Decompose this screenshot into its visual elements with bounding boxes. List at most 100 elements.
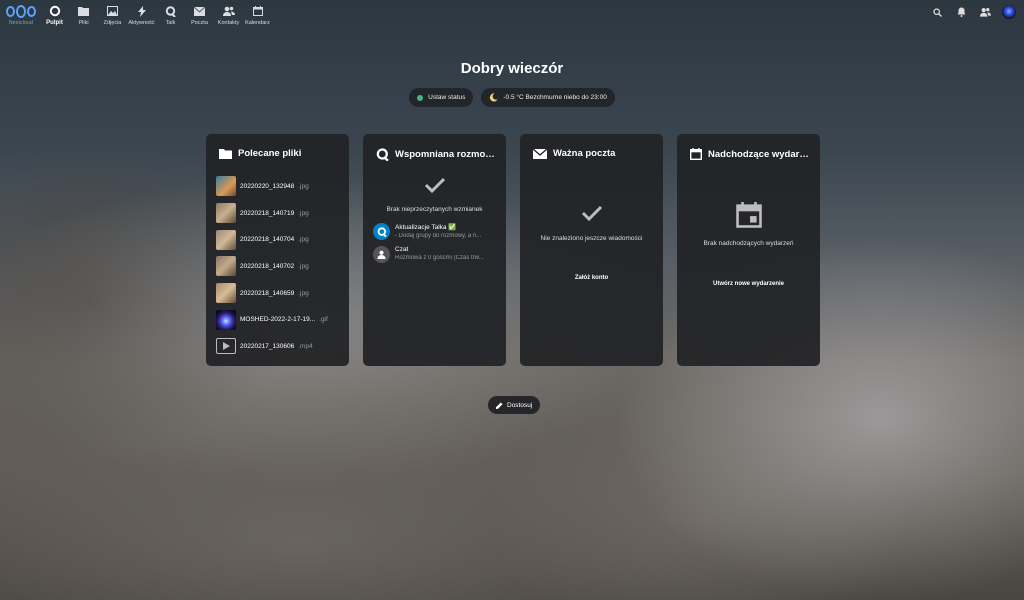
user-icon (377, 250, 386, 259)
nav-label: Pliki (78, 20, 89, 26)
conversation-list: Aktualizacje Talka ✅ - Dodaj grupy do ro… (363, 223, 506, 263)
talk-avatar (373, 223, 390, 240)
conversation-preview: Rozmowa z 0 gośćmi (Czas trw... (395, 255, 484, 261)
mail-icon (194, 6, 205, 16)
calendar-icon (690, 148, 702, 160)
conversation-preview: - Dodaj grupy do rozmowy, a n... (395, 233, 482, 239)
nav-item-mail[interactable]: Poczta (185, 0, 214, 38)
file-thumbnail (216, 256, 236, 277)
dashboard-panels: Polecane pliki 20220220_132948 .jpg 20220… (206, 134, 820, 366)
pencil-icon (496, 401, 503, 409)
nav-label: Kontakty (217, 20, 240, 26)
nav-item-activity[interactable]: Aktywność (127, 0, 156, 38)
file-thumbnail (216, 203, 236, 224)
file-item[interactable]: 20220218_140659 .jpg (206, 280, 349, 307)
nav-item-talk[interactable]: Talk (156, 0, 185, 38)
weather-status-button[interactable]: -0.5 °C Bezchmurne niebo do 23:00 (481, 88, 615, 107)
header-right (930, 5, 1016, 19)
file-name: 20220218_140659 (240, 289, 295, 297)
nav-label: Poczta (191, 20, 208, 26)
empty-message: Brak nadchodzących wydarzeń (703, 240, 794, 247)
search-icon (932, 7, 942, 17)
check-wrap (520, 205, 663, 221)
search-button[interactable] (930, 5, 944, 19)
empty-message: Brak nieprzeczytanych wzmianek (386, 206, 483, 213)
conversation-item[interactable]: Aktualizacje Talka ✅ - Dodaj grupy do ro… (363, 223, 506, 240)
panel-header: Polecane pliki (206, 134, 349, 159)
talk-icon (377, 226, 387, 237)
folder-icon (78, 7, 89, 16)
file-item[interactable]: 20220218_140702 .jpg (206, 253, 349, 280)
play-icon (222, 342, 230, 351)
contacts-icon (979, 8, 991, 17)
image-icon (107, 6, 118, 16)
notifications-button[interactable] (954, 5, 968, 19)
file-thumbnail (216, 229, 236, 250)
create-account-button[interactable]: Załóż konto (569, 274, 614, 282)
nav-item-files[interactable]: Pliki (69, 0, 98, 38)
user-avatar[interactable] (1002, 5, 1016, 19)
nav-label: Talk (165, 20, 176, 26)
panel-mentioned-conversation: Wspomniana rozmowa Brak nieprzeczytanych… (363, 134, 506, 366)
check-icon (581, 205, 602, 221)
nav-item-photos[interactable]: Zdjęcia (98, 0, 127, 38)
file-ext: .mp4 (298, 342, 313, 350)
file-thumbnail (216, 283, 236, 304)
file-item[interactable]: 20220218_140719 .jpg (206, 200, 349, 227)
talk-icon (165, 5, 176, 17)
file-thumbnail (216, 176, 236, 197)
panel-title: Wspomniana rozmowa (395, 149, 497, 160)
panel-title: Polecane pliki (238, 148, 302, 159)
contacts-icon (222, 6, 235, 16)
panel-title: Ważna poczta (553, 148, 616, 159)
status-dot-icon (417, 94, 424, 101)
file-item[interactable]: 20220218_140704 .jpg (206, 226, 349, 253)
create-event-button[interactable]: Utwórz nowe wydarzenie (707, 280, 790, 288)
conversation-item[interactable]: Czat Rozmowa z 0 gośćmi (Czas trw... (363, 246, 506, 263)
nav-item-dashboard[interactable]: Pulpit (40, 0, 69, 38)
lightning-icon (137, 5, 146, 17)
dashboard-icon (49, 5, 60, 17)
calendar-icon (735, 202, 762, 228)
set-status-button[interactable]: Ustaw status (409, 88, 474, 107)
file-item[interactable]: 20220217_130606 .mp4 (206, 333, 349, 360)
panel-upcoming-events: Nadchodzące wydarzenia Brak nadchodzącyc… (677, 134, 820, 366)
file-item[interactable]: 20220220_132948 .jpg (206, 173, 349, 200)
contacts-menu-button[interactable] (978, 5, 992, 19)
customize-button[interactable]: Dostosuj (488, 396, 541, 414)
panel-header: Wspomniana rozmowa (363, 134, 506, 161)
nextcloud-logo[interactable]: Nextcloud (6, 4, 37, 30)
file-item[interactable]: MOSHED-2022-2-17-19... .gif (206, 306, 349, 333)
top-bar: Nextcloud Pulpit Pliki Zdjęcia Aktywność… (0, 0, 1024, 38)
panel-header: Nadchodzące wydarzenia (677, 134, 820, 160)
file-name: MOSHED-2022-2-17-19... (240, 316, 316, 324)
file-ext: .jpg (298, 236, 309, 244)
nav-item-contacts[interactable]: Kontakty (214, 0, 243, 38)
nav-label: Kalendarz (245, 20, 270, 26)
app-navigation: Pulpit Pliki Zdjęcia Aktywność Talk Pocz… (40, 0, 272, 38)
set-status-label: Ustaw status (428, 94, 466, 101)
file-name: 20220218_140704 (240, 236, 295, 244)
file-ext: .jpg (298, 209, 309, 217)
panel-important-mail: Ważna poczta Nie znaleziono jeszcze wiad… (520, 134, 663, 366)
file-list: 20220220_132948 .jpg 20220218_140719 .jpg … (206, 173, 349, 360)
bell-icon (957, 7, 965, 17)
file-ext: .jpg (298, 182, 309, 190)
file-ext: .jpg (298, 289, 309, 297)
nav-label: Aktywność (128, 20, 155, 26)
mail-icon (533, 148, 547, 159)
brand-name: Nextcloud (8, 20, 34, 26)
nav-item-calendar[interactable]: Kalendarz (243, 0, 272, 38)
file-name: 20220218_140702 (240, 262, 295, 270)
panel-recommended-files: Polecane pliki 20220220_132948 .jpg 20220… (206, 134, 349, 366)
file-name: 20220220_132948 (240, 182, 295, 190)
file-ext: .jpg (298, 262, 309, 270)
status-row: Ustaw status -0.5 °C Bezchmurne niebo do… (0, 88, 1024, 107)
file-name: 20220217_130606 (240, 342, 295, 350)
panel-header: Ważna poczta (520, 134, 663, 159)
empty-message: Nie znaleziono jeszcze wiadomości (540, 235, 643, 242)
conversation-name: Aktualizacje Talka ✅ (395, 224, 457, 231)
talk-icon (376, 148, 389, 161)
video-thumbnail (216, 338, 236, 355)
weather-label: -0.5 °C Bezchmurne niebo do 23:00 (503, 94, 607, 101)
